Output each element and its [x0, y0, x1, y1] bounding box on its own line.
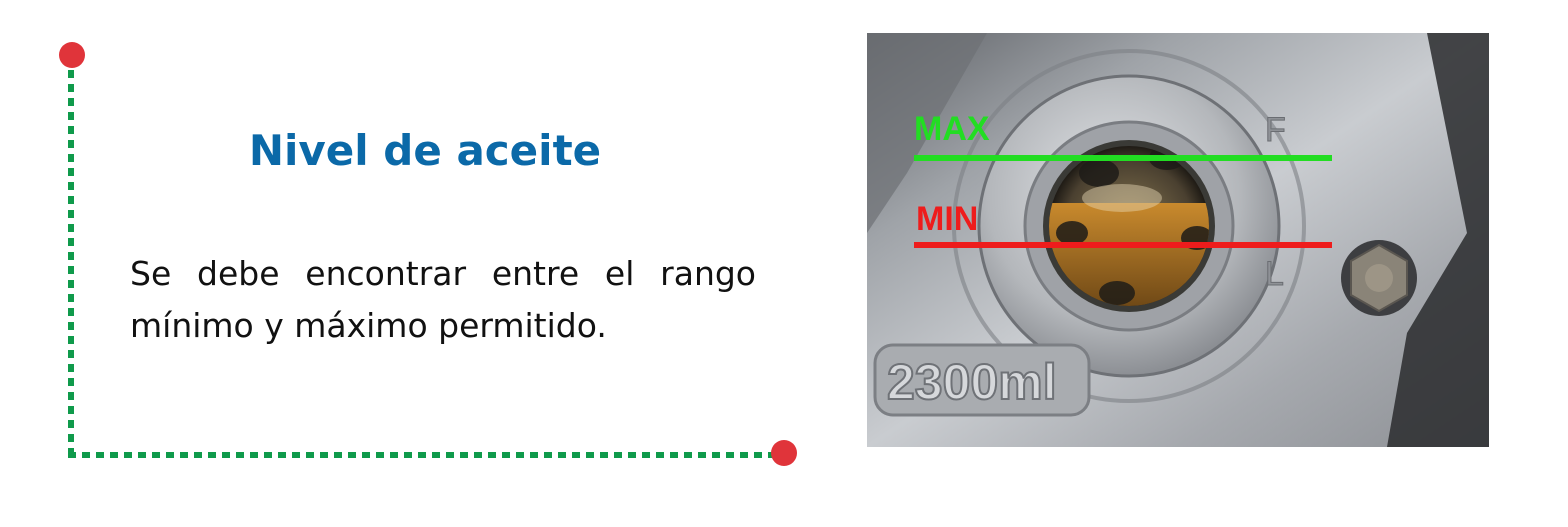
- slide-title: Nivel de aceite: [248, 126, 602, 175]
- frame-endpoint-top: [59, 42, 85, 68]
- oil-sight-glass-photo: F L 2300ml MAX MIN: [867, 33, 1489, 447]
- frame-horizontal-dotted-line: [68, 452, 784, 458]
- sight-mark-l: L: [1265, 255, 1284, 293]
- capacity-embossing: 2300ml: [887, 354, 1057, 410]
- sight-mark-f: F: [1265, 111, 1286, 149]
- min-label: MIN: [916, 200, 978, 238]
- frame-endpoint-bottom: [771, 440, 797, 466]
- max-label: MAX: [914, 110, 990, 148]
- frame-vertical-dotted-line: [68, 56, 74, 457]
- slide-body-text: Se debe encontrar entre el rango mínimo …: [130, 254, 756, 345]
